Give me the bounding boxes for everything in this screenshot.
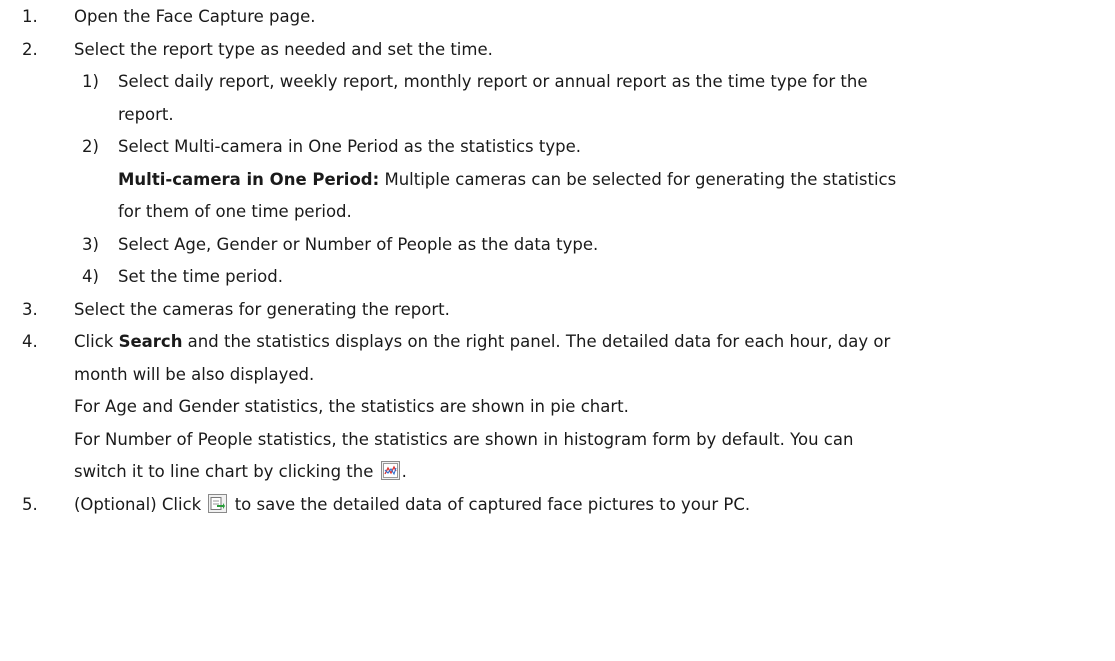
step-text: Select the cameras for generating the re… — [74, 299, 450, 319]
step-4: 4. Click Search and the statistics displ… — [0, 326, 1115, 359]
save-text: to save the detailed data of captured fa… — [229, 494, 751, 514]
step-text-rest: and the statistics displays on the right… — [182, 332, 891, 351]
substep-text: Select Multi-camera in One Period as the… — [118, 137, 581, 156]
substep-text-cont: report. — [118, 104, 174, 124]
step-text-cont: month will be also displayed. — [74, 364, 315, 384]
step-4-age: For Age and Gender statistics, the stati… — [0, 391, 1115, 424]
substep-number: 3) — [82, 234, 99, 254]
step-number: 4. — [22, 332, 38, 351]
optional-text: (Optional) Click — [74, 494, 202, 514]
substep-4: 4) Set the time period. — [0, 261, 1115, 294]
instruction-document: 1. Open the Face Capture page. 2. Select… — [0, 0, 1115, 521]
step-number: 5. — [22, 494, 38, 514]
substep-2-desc: Multi-camera in One Period: Multiple cam… — [0, 164, 1115, 197]
step-2: 2. Select the report type as needed and … — [0, 34, 1115, 67]
substep-2-desc-cont: for them of one time period. — [0, 196, 1115, 229]
term-bold: Multi-camera in One Period: — [118, 169, 380, 189]
export-icon — [208, 493, 228, 513]
people-text-cont: switch it to line chart by clicking the … — [74, 456, 407, 489]
desc-text: Multiple cameras can be selected for gen… — [379, 169, 897, 189]
step-5: 5. (Optional) Click to save the detailed… — [0, 489, 1115, 522]
step-number: 1. — [22, 7, 38, 26]
step-4-cont: month will be also displayed. — [0, 359, 1115, 392]
step-text: Click Search and the statistics displays… — [74, 326, 890, 359]
step-4-people-cont: switch it to line chart by clicking the … — [0, 456, 1115, 489]
step-text: (Optional) Click to save the detailed da… — [74, 489, 750, 522]
step-1: 1. Open the Face Capture page. — [0, 1, 1115, 34]
substep-3: 3) Select Age, Gender or Number of Peopl… — [0, 229, 1115, 262]
desc-text-cont: for them of one time period. — [118, 202, 352, 221]
substep-number: 1) — [82, 72, 99, 91]
step-3: 3. Select the cameras for generating the… — [0, 294, 1115, 327]
step-text: Open the Face Capture page. — [74, 7, 316, 26]
period: . — [401, 462, 407, 481]
substep-text: Set the time period. — [118, 267, 283, 286]
search-term: Search — [118, 332, 183, 351]
step-number: 2. — [22, 39, 38, 59]
substep-text: Select Age, Gender or Number of People a… — [118, 234, 599, 254]
line-chart-icon — [380, 461, 400, 480]
substep-1-cont: report. — [0, 99, 1115, 132]
click-text: Click — [74, 332, 119, 351]
substep-text: Select daily report, weekly report, mont… — [118, 72, 868, 91]
substep-number: 2) — [82, 137, 99, 156]
substep-2: 2) Select Multi-camera in One Period as … — [0, 131, 1115, 164]
people-text-line2: switch it to line chart by clicking the — [74, 462, 374, 481]
step-number: 3. — [22, 299, 38, 319]
age-gender-text: For Age and Gender statistics, the stati… — [74, 397, 629, 416]
step-4-people: For Number of People statistics, the sta… — [0, 424, 1115, 457]
substep-number: 4) — [82, 267, 99, 286]
people-text: For Number of People statistics, the sta… — [74, 429, 854, 449]
step-text: Select the report type as needed and set… — [74, 39, 493, 59]
substep-desc: Multi-camera in One Period: Multiple cam… — [118, 164, 896, 197]
substep-1: 1) Select daily report, weekly report, m… — [0, 66, 1115, 99]
